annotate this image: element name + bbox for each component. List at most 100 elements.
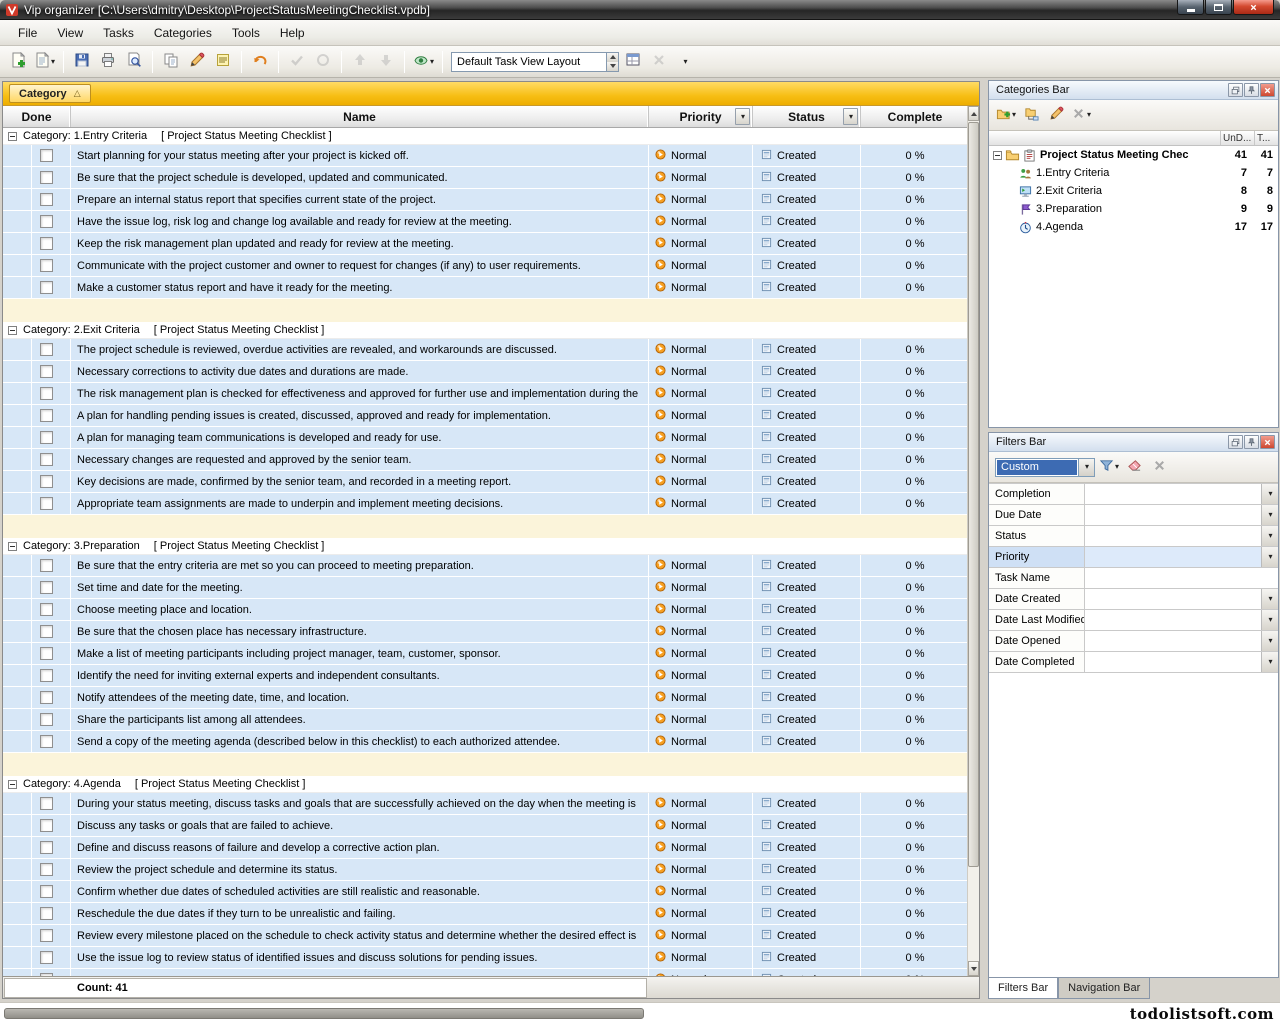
task-checkbox[interactable] xyxy=(40,193,53,206)
task-checkbox[interactable] xyxy=(40,559,53,572)
task-row[interactable]: The risk management plan is checked for … xyxy=(3,383,969,405)
task-row[interactable]: Confirm whether due dates of scheduled a… xyxy=(3,881,969,903)
category-header-row[interactable]: Category: 3.Preparation[ Project Status … xyxy=(3,538,969,555)
task-row[interactable]: Reschedule the due dates if they turn to… xyxy=(3,903,969,925)
task-row[interactable]: Share the participants list among all at… xyxy=(3,709,969,731)
task-row[interactable]: A plan for handling pending issues is cr… xyxy=(3,405,969,427)
close-button[interactable] xyxy=(1233,0,1274,15)
edit-task-button[interactable] xyxy=(185,50,209,74)
task-checkbox[interactable] xyxy=(40,735,53,748)
copy-button[interactable] xyxy=(159,50,183,74)
task-checkbox[interactable] xyxy=(40,797,53,810)
move-down-button[interactable] xyxy=(374,50,398,74)
task-view-button[interactable]: ▾ xyxy=(411,50,436,74)
task-checkbox[interactable] xyxy=(40,819,53,832)
task-checkbox[interactable] xyxy=(40,885,53,898)
task-row[interactable]: During your status meeting, discuss task… xyxy=(3,793,969,815)
clear-filter-button[interactable] xyxy=(1123,456,1145,478)
filter-value[interactable] xyxy=(1085,652,1261,672)
task-row[interactable]: Start planning for your status meeting a… xyxy=(3,145,969,167)
filter-dropdown-button[interactable]: ▾ xyxy=(1261,547,1278,567)
filter-value[interactable] xyxy=(1085,484,1261,504)
tab-filters-bar[interactable]: Filters Bar xyxy=(988,978,1058,999)
task-row[interactable]: Necessary changes are requested and appr… xyxy=(3,449,969,471)
task-checkbox[interactable] xyxy=(40,475,53,488)
task-row[interactable]: Discuss any tasks or goals that are fail… xyxy=(3,815,969,837)
print-preview-button[interactable] xyxy=(122,50,146,74)
filter-preset-combobox[interactable]: Custom ▾ xyxy=(995,458,1095,477)
filter-value[interactable] xyxy=(1085,505,1261,525)
task-row[interactable]: The project schedule is reviewed, overdu… xyxy=(3,339,969,361)
combobox-dropdown-button[interactable]: ▾ xyxy=(1078,459,1094,476)
spin-down-button[interactable] xyxy=(607,62,618,71)
task-checkbox[interactable] xyxy=(40,951,53,964)
task-row[interactable]: Notify attendees of the meeting date, ti… xyxy=(3,687,969,709)
scrollbar-thumb[interactable] xyxy=(968,122,979,867)
save-button[interactable] xyxy=(70,50,94,74)
mark-incomplete-button[interactable] xyxy=(311,50,335,74)
task-checkbox[interactable] xyxy=(40,387,53,400)
status-filter-button[interactable]: ▾ xyxy=(843,108,858,125)
collapse-icon[interactable] xyxy=(8,780,17,789)
task-row[interactable]: Make a customer status report and have i… xyxy=(3,277,969,299)
filter-label-task-name[interactable]: Task Name xyxy=(989,568,1085,588)
task-row[interactable]: Make a list of meeting participants incl… xyxy=(3,643,969,665)
filter-label-date-last-modified[interactable]: Date Last Modified xyxy=(989,610,1085,630)
print-button[interactable] xyxy=(96,50,120,74)
filter-value[interactable] xyxy=(1085,631,1261,651)
task-checkbox[interactable] xyxy=(40,343,53,356)
task-row[interactable]: Be sure that the entry criteria are met … xyxy=(3,555,969,577)
task-checkbox[interactable] xyxy=(40,581,53,594)
task-checkbox[interactable] xyxy=(40,841,53,854)
total-column-header[interactable]: T... xyxy=(1254,131,1278,145)
task-checkbox[interactable] xyxy=(40,647,53,660)
task-row[interactable]: Communicate with the project customer an… xyxy=(3,255,969,277)
spin-up-button[interactable] xyxy=(607,53,618,62)
task-row[interactable]: Be sure that the project schedule is dev… xyxy=(3,167,969,189)
scroll-up-button[interactable] xyxy=(968,106,979,121)
layout-more-dropdown-button[interactable]: ▾ xyxy=(673,50,697,74)
edit-category-button[interactable] xyxy=(1045,104,1067,126)
filters-restore-button[interactable] xyxy=(1228,435,1243,449)
categories-close-button[interactable] xyxy=(1260,83,1275,97)
new-category-button[interactable]: ▾ xyxy=(995,104,1017,126)
priority-filter-button[interactable]: ▾ xyxy=(735,108,750,125)
group-by-category-chip[interactable]: Category △ xyxy=(9,84,91,103)
filter-label-status[interactable]: Status xyxy=(989,526,1085,546)
task-checkbox[interactable] xyxy=(40,171,53,184)
task-row[interactable]: Necessary corrections to activity due da… xyxy=(3,361,969,383)
task-row[interactable]: Use the issue log to review status of id… xyxy=(3,947,969,969)
category-header-row[interactable]: Category: 4.Agenda[ Project Status Meeti… xyxy=(3,776,969,793)
collapse-icon[interactable] xyxy=(8,132,17,141)
filters-close-button[interactable] xyxy=(1260,435,1275,449)
menu-tasks[interactable]: Tasks xyxy=(93,22,144,44)
vertical-scrollbar[interactable] xyxy=(967,106,979,976)
task-row[interactable]: Key decisions are made, confirmed by the… xyxy=(3,471,969,493)
task-row[interactable]: Define and discuss reasons of failure an… xyxy=(3,837,969,859)
column-header-done[interactable]: Done xyxy=(3,106,71,127)
task-row[interactable]: A plan for managing team communications … xyxy=(3,427,969,449)
menu-help[interactable]: Help xyxy=(270,22,315,44)
menu-tools[interactable]: Tools xyxy=(222,22,270,44)
categories-restore-button[interactable] xyxy=(1228,83,1243,97)
manage-layouts-button[interactable] xyxy=(621,50,645,74)
menu-view[interactable]: View xyxy=(47,22,93,44)
category-header-row[interactable]: Category: 1.Entry Criteria[ Project Stat… xyxy=(3,128,969,145)
notes-button[interactable] xyxy=(211,50,235,74)
new-item-dropdown-button[interactable]: ▾ xyxy=(32,50,57,74)
task-checkbox[interactable] xyxy=(40,365,53,378)
column-header-complete[interactable]: Complete xyxy=(861,106,969,127)
tab-navigation-bar[interactable]: Navigation Bar xyxy=(1058,978,1150,999)
filter-dropdown-button[interactable]: ▾ xyxy=(1261,589,1278,609)
task-row[interactable]: Keep the risk management plan updated an… xyxy=(3,233,969,255)
filter-value[interactable] xyxy=(1085,610,1261,630)
collapse-icon[interactable] xyxy=(993,151,1002,160)
filter-value[interactable] xyxy=(1085,589,1261,609)
task-checkbox[interactable] xyxy=(40,409,53,422)
column-header-name[interactable]: Name xyxy=(71,106,649,127)
filter-label-date-opened[interactable]: Date Opened xyxy=(989,631,1085,651)
task-checkbox[interactable] xyxy=(40,625,53,638)
mark-complete-button[interactable] xyxy=(285,50,309,74)
task-checkbox[interactable] xyxy=(40,691,53,704)
filter-label-completion[interactable]: Completion xyxy=(989,484,1085,504)
